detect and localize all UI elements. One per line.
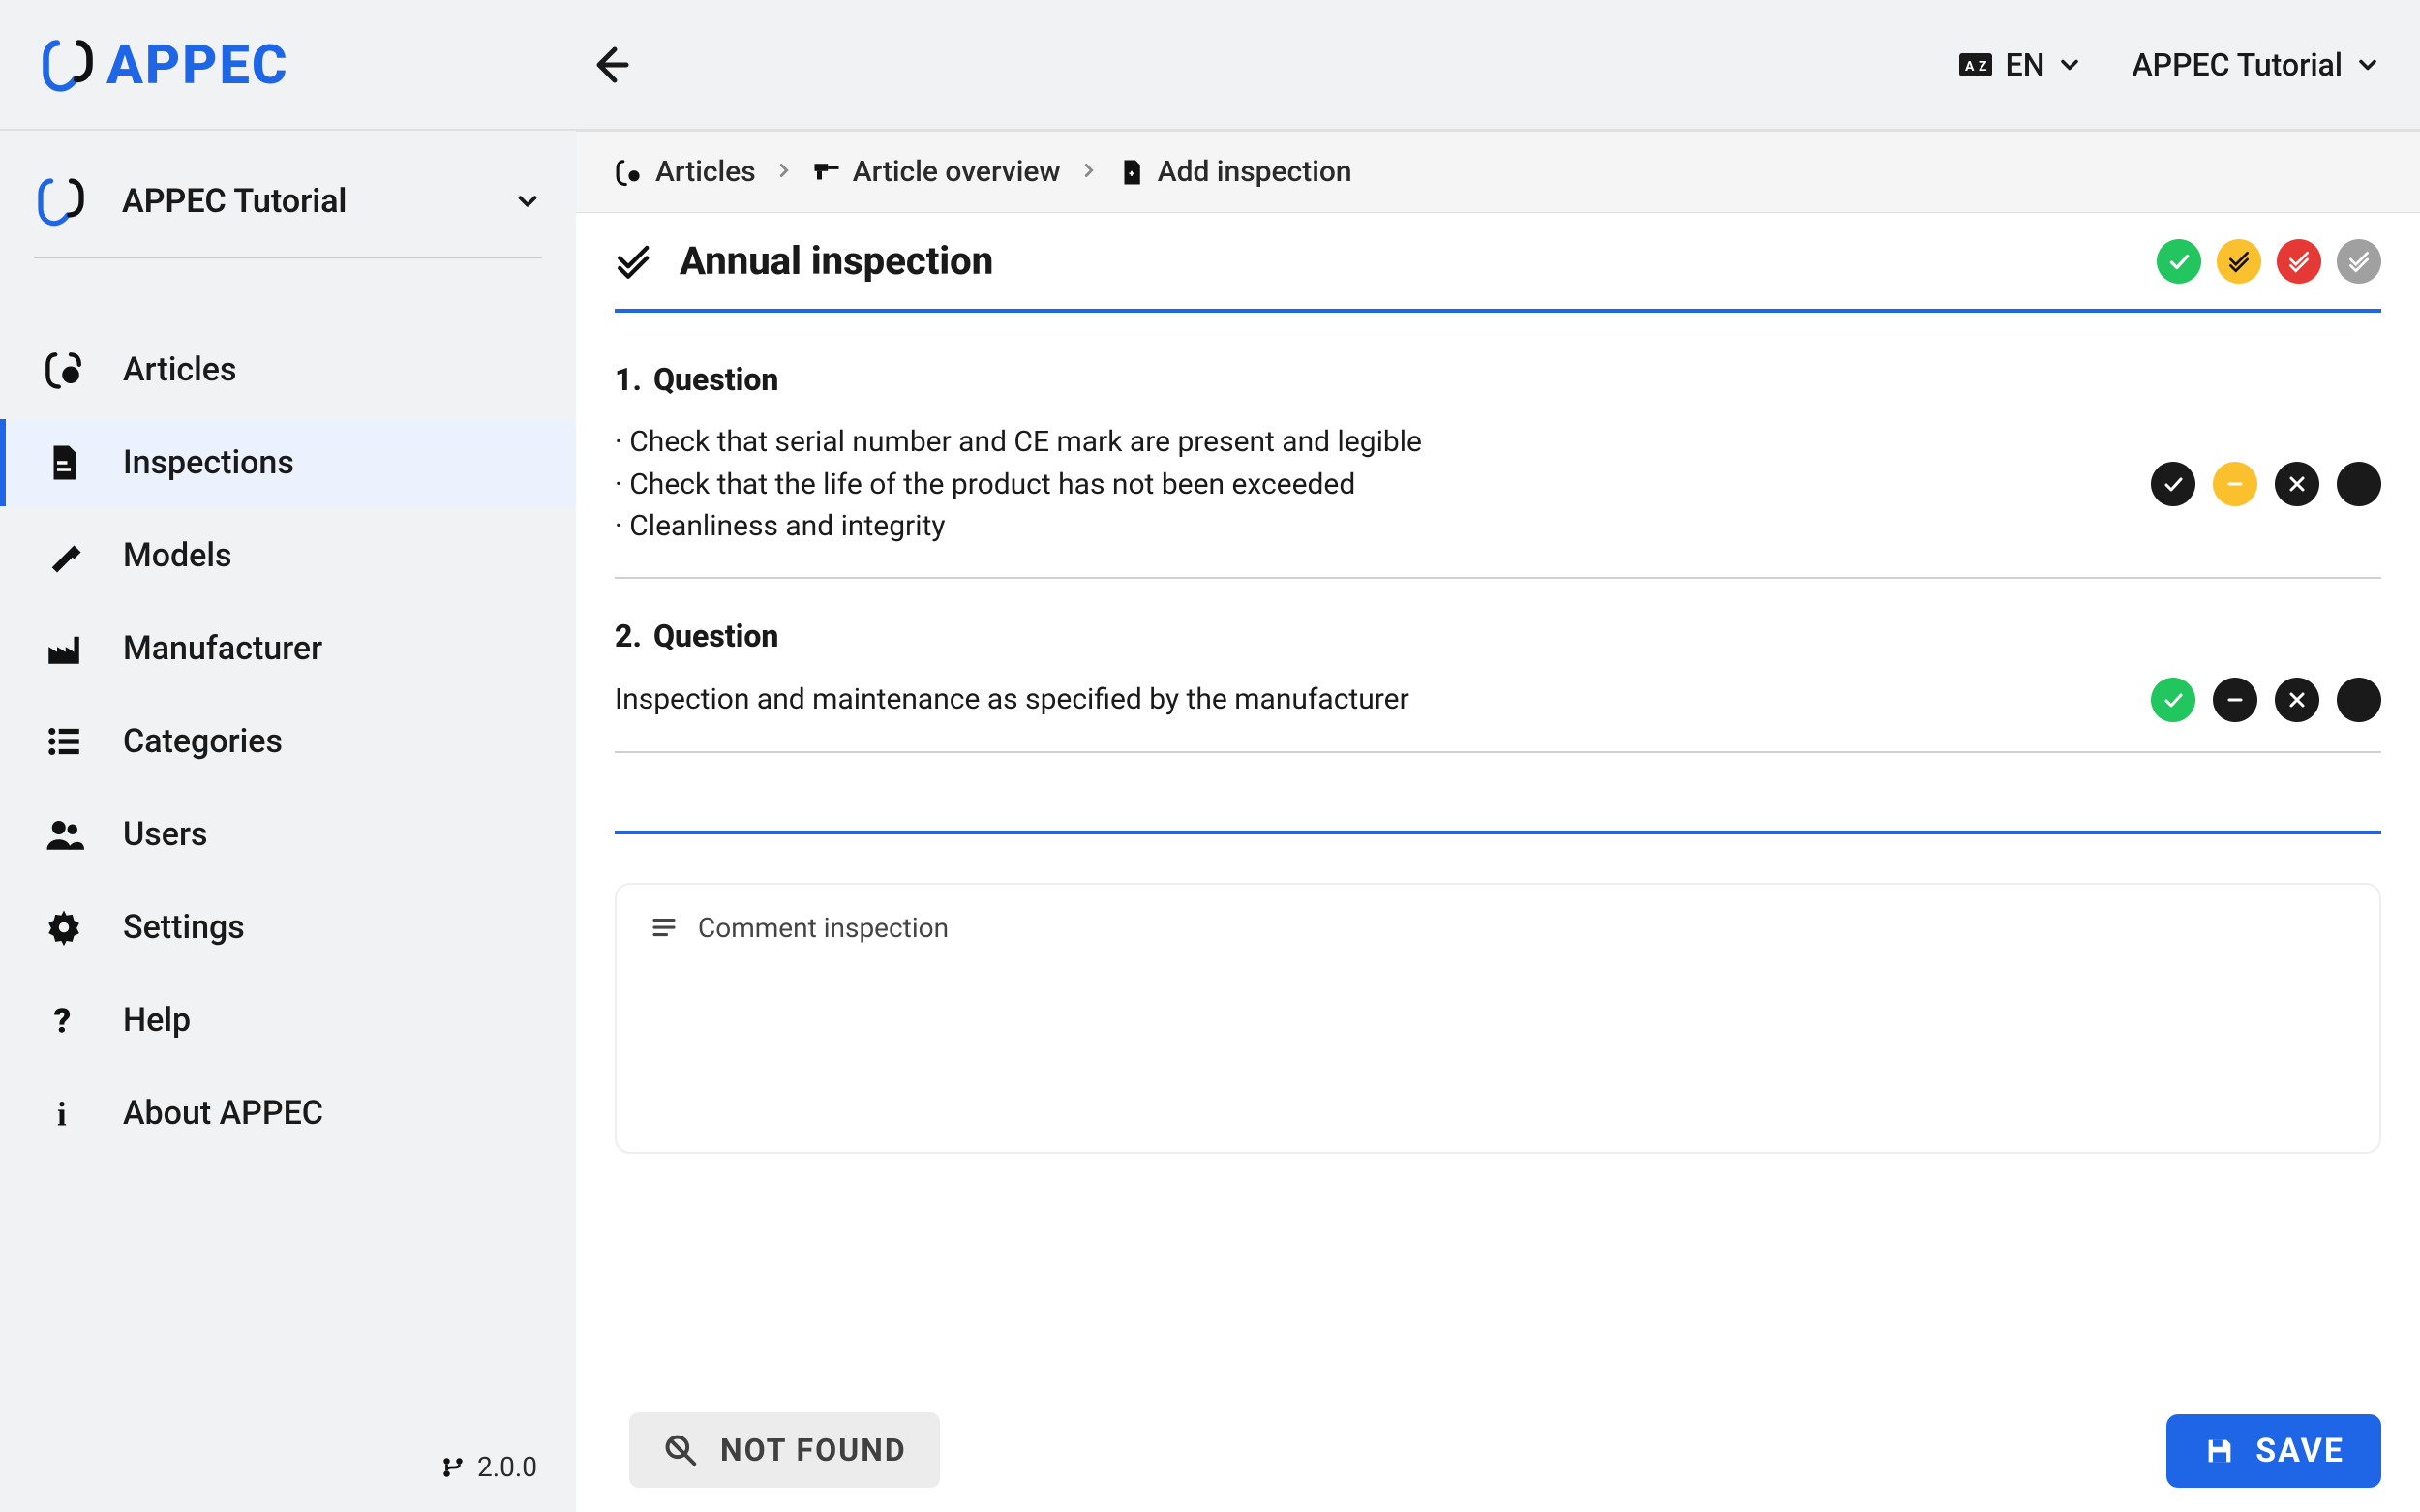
question-options (2151, 462, 2381, 506)
users-icon (44, 814, 84, 855)
translate-icon: AZ (1959, 51, 1994, 78)
sidebar-item-label: Articles (123, 350, 237, 389)
sidebar: APPEC APPEC Tutorial Articles (0, 131, 576, 1512)
help-icon: ? (44, 1000, 84, 1041)
chevron-down-icon (2354, 51, 2381, 78)
not-found-banner[interactable]: NOT FOUND (629, 1412, 940, 1488)
sidebar-item-inspections[interactable]: Inspections (0, 419, 576, 506)
language-selector[interactable]: AZ EN (1959, 46, 2084, 83)
breadcrumb: Articles Article overview Add inspection (576, 131, 2420, 213)
sidebar-item-label: Help (123, 1001, 191, 1040)
option-fail-button[interactable] (2275, 462, 2319, 506)
option-skip-button[interactable] (2337, 678, 2381, 722)
summary-fail-button[interactable] (2277, 239, 2321, 284)
divider (615, 831, 2381, 834)
summary-status-pills (2157, 239, 2381, 284)
carabiner-logo-icon (39, 36, 97, 94)
hammer-icon (44, 535, 84, 576)
option-pass-button[interactable] (2151, 678, 2195, 722)
page-title-row: Annual inspection (615, 213, 2381, 309)
breadcrumb-item-articles[interactable]: Articles (615, 155, 756, 189)
svg-text:Z: Z (1979, 59, 1987, 75)
app-logo: APPEC (39, 33, 289, 97)
sidebar-item-label: Models (123, 536, 232, 575)
svg-text:?: ? (54, 1001, 72, 1041)
list-icon (44, 721, 84, 762)
chevron-down-icon (2056, 51, 2083, 78)
question-number: 1. (615, 361, 642, 398)
factory-icon (44, 628, 84, 669)
sidebar-item-label: Inspections (123, 443, 294, 482)
chevron-right-icon (773, 155, 795, 189)
back-button[interactable] (580, 36, 638, 94)
tenant-label-header: APPEC Tutorial (2132, 46, 2343, 83)
question-1: 1. Question · Check that serial number a… (615, 361, 2381, 579)
divider (615, 309, 2381, 313)
version-label: 2.0.0 (440, 1451, 537, 1483)
breadcrumb-item-overview[interactable]: Article overview (812, 155, 1061, 189)
chevron-right-icon (1078, 155, 1100, 189)
sidebar-item-label: Categories (123, 722, 283, 761)
carabiner-mini-icon: APPEC (34, 174, 88, 228)
option-warn-button[interactable] (2213, 462, 2257, 506)
question-text: Inspection and maintenance as specified … (615, 679, 1409, 721)
svg-text:A: A (1965, 59, 1975, 75)
question-text: · Check that serial number and CE mark a… (615, 421, 1422, 548)
save-label: SAVE (2255, 1432, 2344, 1470)
option-skip-button[interactable] (2337, 462, 2381, 506)
sidebar-item-articles[interactable]: Articles (0, 326, 576, 413)
option-fail-button[interactable] (2275, 678, 2319, 722)
sidebar-item-label: About APPEC (123, 1094, 323, 1133)
summary-pass-button[interactable] (2157, 239, 2201, 284)
sidebar-item-label: Manufacturer (123, 629, 322, 668)
search-off-icon (662, 1432, 699, 1468)
sidebar-item-manufacturer[interactable]: Manufacturer (0, 605, 576, 692)
question-number: 2. (615, 618, 642, 654)
tenant-selector-sidebar[interactable]: APPEC APPEC Tutorial (34, 174, 542, 258)
page-title: Annual inspection (680, 238, 993, 284)
question-options (2151, 678, 2381, 722)
comment-card[interactable]: Comment inspection (615, 883, 2381, 1154)
gear-icon (44, 907, 84, 948)
save-button[interactable]: SAVE (2166, 1414, 2381, 1488)
drill-icon (812, 158, 841, 187)
app-logo-text: APPEC (106, 33, 289, 97)
notes-icon (650, 913, 679, 942)
comment-header: Comment inspection (698, 912, 949, 944)
sidebar-item-about[interactable]: i About APPEC (0, 1070, 576, 1157)
sidebar-item-users[interactable]: Users (0, 791, 576, 878)
sidebar-item-help[interactable]: ? Help (0, 977, 576, 1064)
tenant-label-sidebar: APPEC Tutorial (122, 182, 347, 221)
question-2: 2. Question Inspection and maintenance a… (615, 618, 2381, 753)
chevron-down-icon (513, 187, 542, 216)
question-title: Question (653, 361, 778, 398)
sidebar-item-label: Users (123, 815, 207, 854)
branch-icon (440, 1455, 466, 1480)
file-plus-icon (1117, 158, 1146, 187)
tenant-selector-header[interactable]: APPEC Tutorial (2132, 46, 2381, 83)
summary-skip-button[interactable] (2337, 239, 2381, 284)
file-icon (44, 442, 84, 483)
sidebar-item-categories[interactable]: Categories (0, 698, 576, 785)
app-header: APPEC AZ EN APPEC Tutorial (0, 0, 2420, 131)
sidebar-item-settings[interactable]: Settings (0, 884, 576, 971)
carabiner-icon (615, 158, 644, 187)
svg-text:i: i (57, 1095, 67, 1133)
language-label: EN (2006, 46, 2045, 83)
not-found-label: NOT FOUND (720, 1432, 907, 1468)
sidebar-item-label: Settings (123, 908, 245, 947)
double-check-icon (615, 241, 655, 282)
summary-warn-button[interactable] (2217, 239, 2261, 284)
info-icon: i (44, 1093, 84, 1134)
sidebar-nav: Articles Inspections Models (0, 326, 576, 1157)
question-title: Question (653, 618, 778, 654)
breadcrumb-item-add-inspection: Add inspection (1117, 155, 1352, 189)
sidebar-item-models[interactable]: Models (0, 512, 576, 599)
option-warn-button[interactable] (2213, 678, 2257, 722)
carabiner-icon (44, 349, 84, 390)
save-icon (2203, 1435, 2236, 1467)
option-pass-button[interactable] (2151, 462, 2195, 506)
